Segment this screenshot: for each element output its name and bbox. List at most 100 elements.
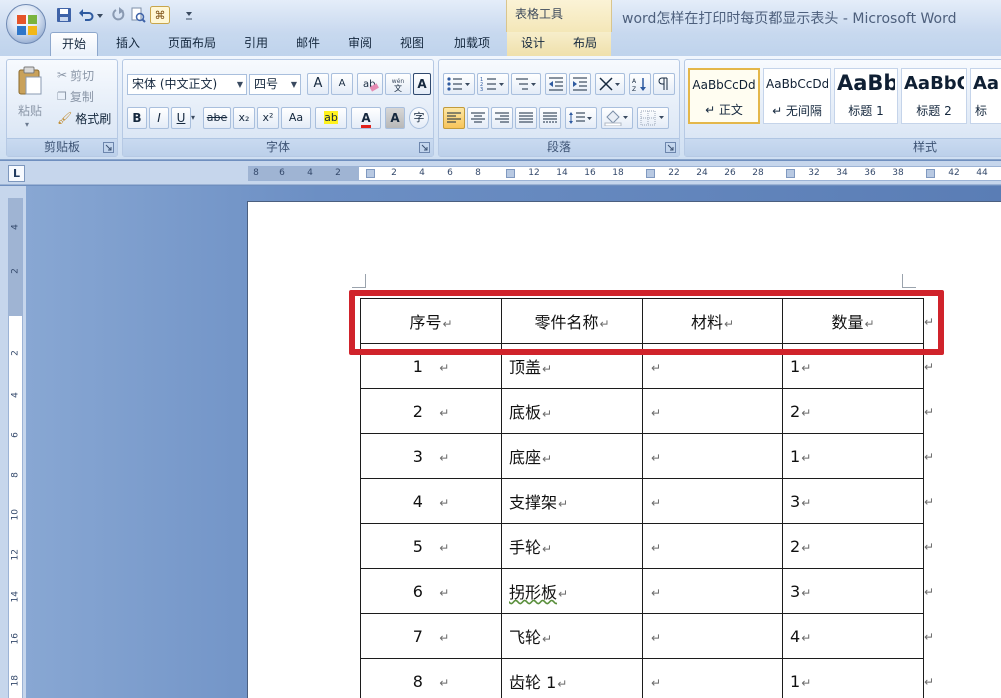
clear-format-button[interactable]: ab [357, 73, 383, 95]
justify-button[interactable] [515, 107, 537, 129]
font-name-combo[interactable]: 宋体 (中文正文) ▼ [127, 74, 247, 95]
tab-addins[interactable]: 加载项 [446, 32, 498, 56]
qat-customize-icon[interactable] [172, 7, 194, 25]
cell-material[interactable]: ↵ [642, 613, 783, 659]
cell-quantity[interactable]: 4↵ [782, 613, 924, 659]
cell-material[interactable]: ↵ [642, 658, 783, 698]
subscript-button[interactable]: x₂ [233, 107, 255, 129]
pinyin-guide-button[interactable]: wén 文 [385, 73, 411, 95]
shading-button[interactable] [601, 107, 633, 129]
cell-material[interactable]: ↵ [642, 478, 783, 524]
format-painter-button[interactable]: 🖌 格式刷 [57, 107, 111, 129]
asian-layout-button[interactable] [595, 73, 625, 95]
tab-review[interactable]: 审阅 [340, 32, 380, 56]
document-page[interactable]: 序号↵ 零件名称↵ 材料↵ 数量↵ 1 ↵ 顶盖↵ ↵ 1↵ 2 ↵ 底板↵ ↵ [247, 201, 1001, 698]
style-heading-2[interactable]: AaBbC 标题 2 [901, 68, 967, 124]
cell-index[interactable]: 3 ↵ [360, 433, 502, 479]
cell-quantity[interactable]: 3↵ [782, 478, 924, 524]
table-column-marker[interactable] [926, 169, 935, 178]
cell-part-name[interactable]: 支撑架↵ [501, 478, 643, 524]
cell-part-name[interactable]: 底板↵ [501, 388, 643, 434]
tab-layout[interactable]: 布局 [559, 32, 611, 56]
tab-mailings[interactable]: 邮件 [288, 32, 328, 56]
font-color-button[interactable]: A [351, 107, 381, 129]
cell-index[interactable]: 2 ↵ [360, 388, 502, 434]
cell-material[interactable]: ↵ [642, 388, 783, 434]
paragraph-launcher-icon[interactable] [665, 142, 676, 153]
underline-button[interactable]: U [171, 107, 191, 129]
tab-insert[interactable]: 插入 [108, 32, 148, 56]
char-border-button[interactable]: A [413, 73, 431, 95]
tab-stop-selector[interactable]: L [8, 165, 25, 182]
cell-material[interactable]: ↵ [642, 523, 783, 569]
cell-part-name[interactable]: 手轮↵ [501, 523, 643, 569]
borders-button[interactable] [637, 107, 669, 129]
bullets-button[interactable] [443, 73, 475, 95]
grow-font-button[interactable]: A [307, 73, 329, 95]
save-icon[interactable] [56, 7, 72, 23]
cell-index[interactable]: 8 ↵ [360, 658, 502, 698]
undo-icon[interactable] [78, 7, 94, 23]
cell-part-name[interactable]: 拐形板↵ [501, 568, 643, 614]
style-heading-1[interactable]: AaBb 标题 1 [834, 68, 898, 124]
cell-quantity[interactable]: 3↵ [782, 568, 924, 614]
line-spacing-button[interactable] [565, 107, 597, 129]
bold-button[interactable]: B [127, 107, 147, 129]
cell-index[interactable]: 5 ↵ [360, 523, 502, 569]
highlight-button[interactable]: ab [315, 107, 347, 129]
distribute-button[interactable] [539, 107, 561, 129]
cell-part-name[interactable]: 飞轮↵ [501, 613, 643, 659]
table-column-marker[interactable] [366, 169, 375, 178]
multilevel-list-button[interactable] [511, 73, 541, 95]
enclose-char-button[interactable]: 字 [409, 107, 429, 129]
style-normal[interactable]: AaBbCcDd ↵ 正文 [688, 68, 760, 124]
tab-page-layout[interactable]: 页面布局 [160, 32, 224, 56]
italic-button[interactable]: I [149, 107, 169, 129]
print-preview-icon[interactable] [130, 7, 146, 23]
table-column-marker[interactable] [506, 169, 515, 178]
char-shading-button[interactable]: A [385, 107, 405, 129]
paste-button[interactable]: 粘贴 ▾ [11, 64, 49, 134]
undo-dropdown-icon[interactable] [96, 7, 104, 23]
cell-index[interactable]: 4 ↵ [360, 478, 502, 524]
cell-quantity[interactable]: 2↵ [782, 523, 924, 569]
table-column-marker[interactable] [786, 169, 795, 178]
numbering-button[interactable]: 123 [477, 73, 509, 95]
increase-indent-button[interactable] [569, 73, 591, 95]
show-marks-button[interactable] [653, 73, 675, 95]
cut-button[interactable]: ✂ 剪切 [57, 64, 94, 86]
style-title[interactable]: Aa 标 [970, 68, 1001, 124]
strikethrough-button[interactable]: abe [203, 107, 231, 129]
cell-material[interactable]: ↵ [642, 568, 783, 614]
font-size-combo[interactable]: 四号 ▼ [249, 74, 301, 95]
cell-index[interactable]: 7 ↵ [360, 613, 502, 659]
style-no-spacing[interactable]: AaBbCcDd ↵ 无间隔 [763, 68, 831, 124]
table-column-marker[interactable] [646, 169, 655, 178]
sort-button[interactable]: AZ [629, 73, 651, 95]
cell-material[interactable]: ↵ [642, 433, 783, 479]
align-left-button[interactable] [443, 107, 465, 129]
cell-quantity[interactable]: 1↵ [782, 433, 924, 479]
tab-references[interactable]: 引用 [236, 32, 276, 56]
vertical-ruler[interactable]: 4 2 2 4 6 8 10 12 14 16 18 [8, 198, 23, 698]
tab-design[interactable]: 设计 [507, 32, 559, 56]
cell-quantity[interactable]: 1↵ [782, 658, 924, 698]
decrease-indent-button[interactable] [545, 73, 567, 95]
copy-button[interactable]: ❐ 复制 [57, 85, 94, 107]
shrink-font-button[interactable]: A [331, 73, 353, 95]
superscript-button[interactable]: x² [257, 107, 279, 129]
cell-index[interactable]: 6 ↵ [360, 568, 502, 614]
horizontal-ruler[interactable]: 8 6 4 2 2 4 6 8 12 14 16 18 22 24 26 28 32 34 36 38 42 44 [248, 166, 1001, 181]
cell-part-name[interactable]: 齿轮 1↵ [501, 658, 643, 698]
office-button[interactable] [6, 4, 46, 44]
clipboard-launcher-icon[interactable] [103, 142, 114, 153]
parts-table[interactable]: 序号↵ 零件名称↵ 材料↵ 数量↵ 1 ↵ 顶盖↵ ↵ 1↵ 2 ↵ 底板↵ ↵ [360, 298, 924, 698]
tab-view[interactable]: 视图 [392, 32, 432, 56]
font-launcher-icon[interactable] [419, 142, 430, 153]
align-center-button[interactable] [467, 107, 489, 129]
redo-icon[interactable] [110, 7, 126, 23]
change-case-button[interactable]: Aa [281, 107, 311, 129]
align-right-button[interactable] [491, 107, 513, 129]
tab-home[interactable]: 开始 [50, 32, 98, 56]
qat-custom-icon[interactable]: ⌘ [150, 6, 170, 24]
